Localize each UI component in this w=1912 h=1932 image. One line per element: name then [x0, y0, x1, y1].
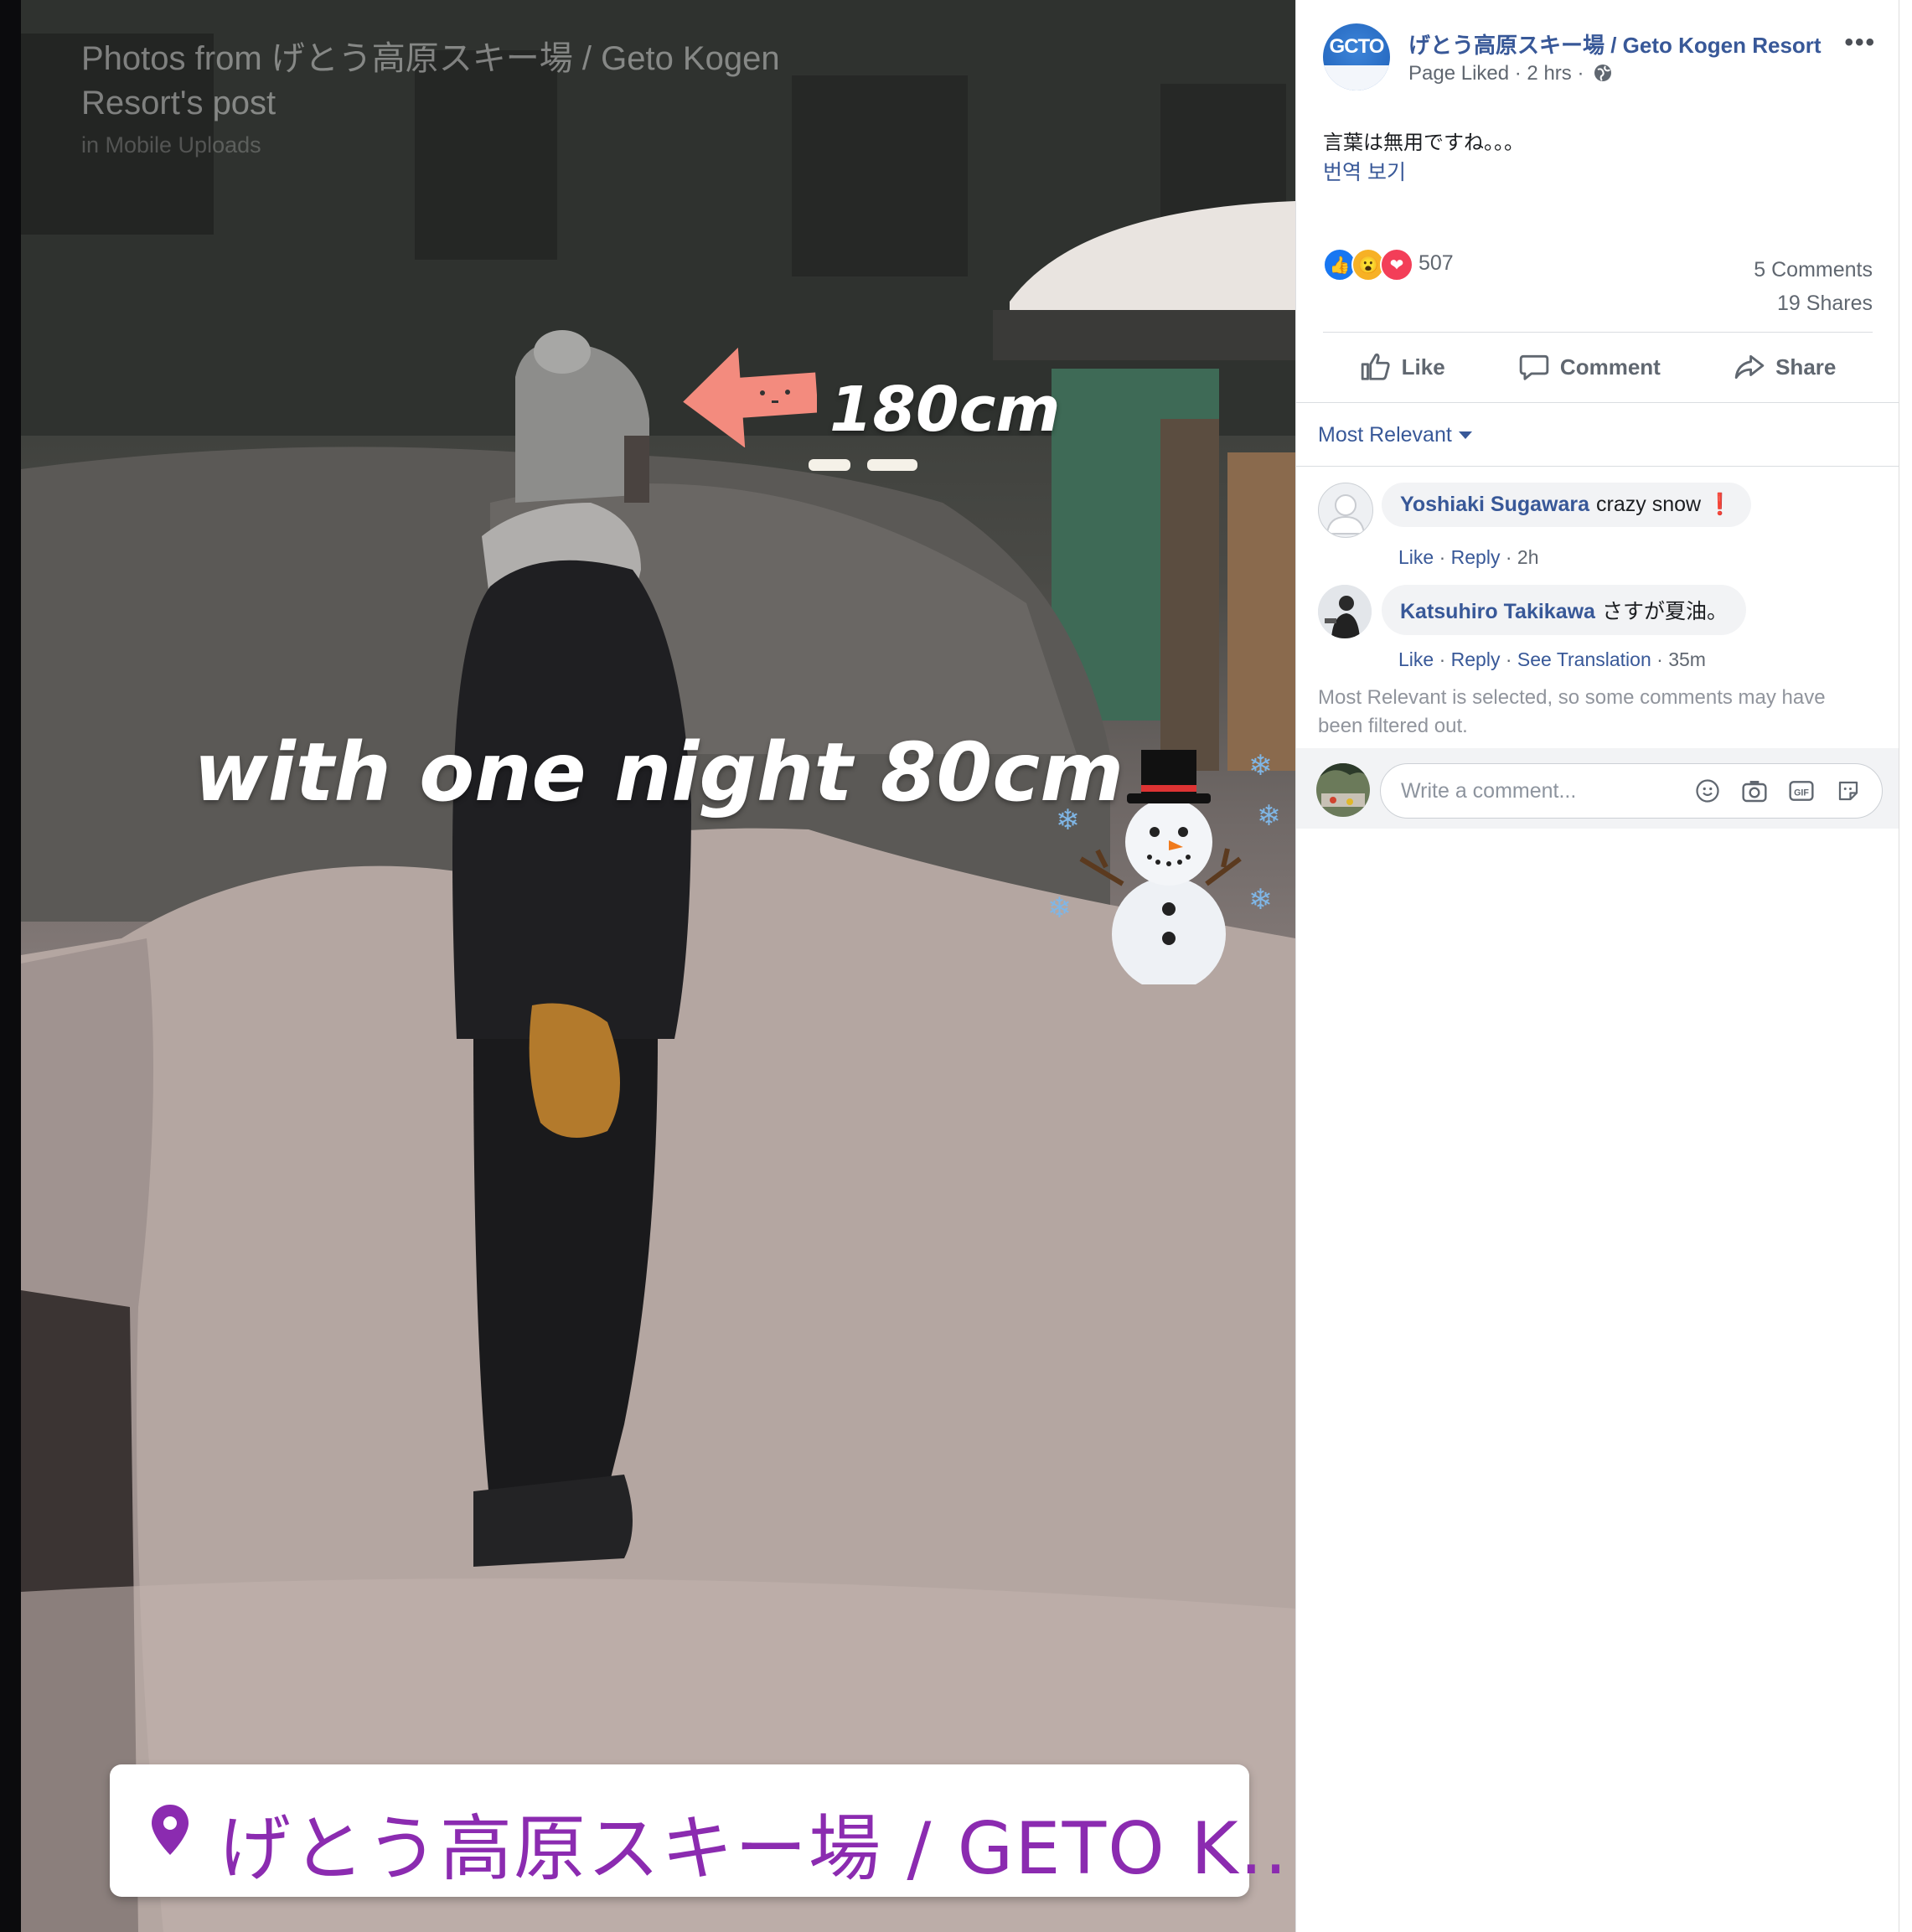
- globe-icon[interactable]: [1593, 63, 1613, 83]
- comment-text: crazy snow ❗: [1596, 493, 1734, 516]
- window-edge: [1899, 0, 1912, 1932]
- snowfall-overlay-text: with one night 80cm: [194, 726, 1124, 819]
- camera-icon[interactable]: [1741, 777, 1768, 804]
- engagement-counts: 5 Comments 19 Shares: [1754, 253, 1873, 320]
- comment-sort-dropdown[interactable]: Most Relevant: [1318, 423, 1472, 447]
- thumbs-up-icon: [1361, 353, 1390, 380]
- svg-text:❄: ❄: [1056, 803, 1080, 837]
- divider: [1323, 332, 1873, 333]
- share-button[interactable]: Share: [1734, 351, 1836, 383]
- comment-see-translation-link[interactable]: See Translation: [1517, 648, 1651, 670]
- page-logo-text: GCTO: [1329, 35, 1385, 58]
- emoji-icon[interactable]: [1694, 777, 1721, 804]
- user-photo-avatar: [1318, 585, 1372, 638]
- post-title: Photos from げとう高原スキー場 / Geto Kogen Resor…: [81, 40, 780, 121]
- post-photo[interactable]: Photos from げとう高原スキー場 / Geto Kogen Resor…: [21, 0, 1295, 1932]
- album-label[interactable]: in Mobile Uploads: [81, 132, 261, 158]
- comment-actions: Like · Reply · See Translation · 35m: [1398, 648, 1706, 670]
- like-button-label: Like: [1401, 354, 1445, 380]
- sort-label: Most Relevant: [1318, 423, 1452, 447]
- default-avatar-icon: [1325, 494, 1366, 535]
- more-options-icon[interactable]: •••: [1844, 28, 1876, 57]
- height-overlay-text: 180cm: [829, 374, 1061, 446]
- post-header: GCTO げとう高原スキー場 / Geto Kogen Resort Page …: [1323, 23, 1876, 99]
- like-button[interactable]: Like: [1360, 351, 1445, 383]
- snowman-icon: ❄❄❄ ❄❄❄: [1047, 749, 1281, 984]
- comment-input[interactable]: Write a comment... GIF: [1380, 763, 1883, 819]
- divider: [1296, 402, 1899, 403]
- comment-time[interactable]: 35m: [1668, 648, 1706, 670]
- location-sticker: げとう高原スキー場 / GETO K...: [110, 1764, 1295, 1897]
- commenter-avatar[interactable]: [1318, 585, 1372, 638]
- user-photo-avatar: [1316, 763, 1370, 817]
- reaction-count: 507: [1418, 251, 1454, 275]
- comment-text: さすが夏油。: [1601, 600, 1728, 623]
- svg-text:❄: ❄: [1248, 883, 1273, 917]
- comment-reply-link[interactable]: Reply: [1451, 648, 1501, 670]
- arrow-left-icon: [683, 347, 817, 447]
- commenter-avatar[interactable]: [1318, 483, 1373, 538]
- comment-bubble: Yoshiaki Sugawara crazy snow ❗: [1382, 483, 1752, 527]
- comment-author[interactable]: Katsuhiro Takikawa: [1400, 600, 1595, 623]
- comment-reply-link[interactable]: Reply: [1451, 546, 1501, 568]
- comment-like-link[interactable]: Like: [1398, 648, 1434, 670]
- svg-text:❄: ❄: [1248, 749, 1273, 783]
- comment-actions: Like · Reply · 2h: [1398, 546, 1539, 568]
- comment-like-link[interactable]: Like: [1398, 546, 1434, 568]
- share-arrow-icon: [1734, 354, 1765, 380]
- caret-down-icon: [1458, 431, 1472, 439]
- comment-input-placeholder: Write a comment...: [1401, 779, 1577, 803]
- comment-composer: Write a comment... GIF: [1296, 748, 1899, 829]
- page-avatar[interactable]: GCTO: [1323, 23, 1390, 90]
- comment-button[interactable]: Comment: [1518, 351, 1661, 383]
- location-sticker-text: げとう高原スキー場 / GETO K...: [219, 1807, 1295, 1891]
- post-meta-text: Page Liked · 2 hrs ·: [1408, 62, 1584, 85]
- comments-count-link[interactable]: 5 Comments: [1754, 253, 1873, 287]
- page-name-link[interactable]: げとう高原スキー場 / Geto Kogen Resort: [1408, 28, 1822, 59]
- photo-viewer: Photos from げとう高原スキー場 / Geto Kogen Resor…: [0, 0, 1295, 1932]
- svg-text:❄: ❄: [1257, 799, 1281, 833]
- sticker-icon[interactable]: [1835, 777, 1862, 804]
- comment-bubble: Katsuhiro Takikawa さすが夏油。: [1382, 585, 1746, 635]
- post-side-panel: GCTO げとう高原スキー場 / Geto Kogen Resort Page …: [1295, 0, 1899, 1932]
- divider: [1296, 466, 1899, 467]
- filter-note: Most Relevant is selected, so some comme…: [1318, 686, 1826, 737]
- shares-count-link[interactable]: 19 Shares: [1754, 287, 1873, 320]
- location-pin-icon: [152, 1805, 189, 1855]
- gif-icon[interactable]: GIF: [1788, 777, 1815, 804]
- share-button-label: Share: [1775, 354, 1837, 380]
- comment-time[interactable]: 2h: [1517, 546, 1539, 568]
- current-user-avatar[interactable]: [1316, 763, 1370, 817]
- svg-text:GIF: GIF: [1794, 788, 1809, 798]
- comment-author[interactable]: Yoshiaki Sugawara: [1400, 493, 1589, 516]
- love-reaction-icon: ❤: [1380, 248, 1413, 282]
- post-caption: 言葉は無用ですね。。。: [1323, 132, 1524, 154]
- comment-button-label: Comment: [1559, 354, 1661, 380]
- svg-text:❄: ❄: [1047, 891, 1072, 925]
- see-translation-link[interactable]: 번역 보기: [1323, 156, 1406, 186]
- comment-bubble-icon: [1519, 354, 1549, 380]
- post-meta: Page Liked · 2 hrs ·: [1408, 62, 1613, 85]
- post-actions: Like Comment Share: [1323, 337, 1873, 397]
